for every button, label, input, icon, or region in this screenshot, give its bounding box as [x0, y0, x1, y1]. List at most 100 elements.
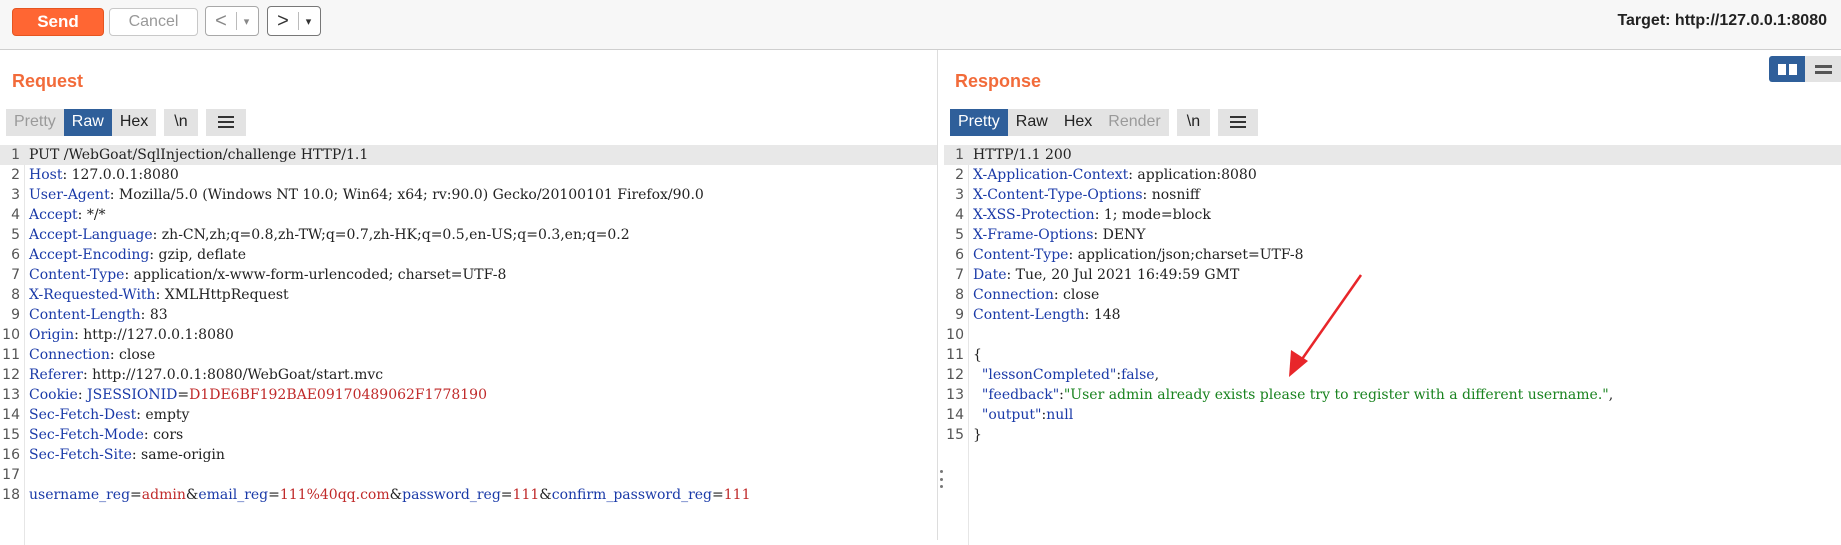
code-line[interactable]: 10 [944, 325, 1841, 345]
code-token: username_reg [29, 487, 131, 503]
target-label[interactable]: Target: http://127.0.0.1:8080 [1617, 12, 1827, 30]
code-token: = [177, 387, 190, 403]
code-line[interactable]: 9 Content-Length: 148 [944, 305, 1841, 325]
send-button[interactable]: Send [12, 8, 104, 36]
chevron-down-icon[interactable]: ▾ [237, 15, 256, 28]
code-token: Host [29, 167, 63, 183]
code-text: X-XSS-Protection: 1; mode=block [973, 205, 1211, 225]
tab-newline-toggle[interactable]: \n [164, 108, 198, 136]
panel-splitter-handle[interactable] [939, 470, 943, 488]
code-token: : */* [77, 207, 106, 223]
line-number: 17 [2, 467, 20, 483]
code-token: : application/x-www-form-urlencoded; cha… [124, 267, 507, 283]
code-line[interactable]: 11 Connection: close [0, 345, 937, 365]
line-number: 7 [955, 267, 964, 283]
layout-stacked-button[interactable] [1805, 56, 1841, 82]
code-token: X-XSS-Protection [973, 207, 1095, 223]
code-line[interactable]: 10 Origin: http://127.0.0.1:8080 [0, 325, 937, 345]
code-token: PUT /WebGoat/SqlInjection/challenge HTTP… [29, 147, 369, 163]
code-line[interactable]: 15} [944, 425, 1841, 445]
code-token: : 1; mode=block [1094, 207, 1211, 223]
code-token: 111 [723, 487, 751, 503]
code-line[interactable]: 11 { [944, 345, 1841, 365]
code-text: X-Application-Context: application:8080 [973, 165, 1257, 185]
code-line[interactable]: 5 Accept-Language: zh-CN,zh;q=0.8,zh-TW;q… [0, 225, 937, 245]
code-line[interactable]: 8 Connection: close [944, 285, 1841, 305]
code-token: "feedback" [981, 387, 1060, 403]
code-text: Content-Type: application/x-www-form-url… [29, 265, 506, 285]
code-line[interactable]: 18 username_reg=admin&email_reg=111%40qq.… [0, 485, 937, 505]
tab-render[interactable]: Render [1100, 108, 1169, 136]
code-token: { [973, 347, 982, 363]
tab-newline-toggle[interactable]: \n [1176, 108, 1211, 136]
line-number: 3 [955, 187, 964, 203]
code-line[interactable]: 5 X-Frame-Options: DENY [944, 225, 1841, 245]
line-number: 6 [955, 247, 964, 263]
code-line[interactable]: 12 "lessonCompleted":false, [944, 365, 1841, 385]
tab-hex[interactable]: Hex [111, 108, 157, 136]
menu-icon [217, 116, 234, 128]
code-text: Accept-Language: zh-CN,zh;q=0.8,zh-TW;q=… [29, 225, 630, 245]
code-line[interactable]: 4 Accept: */* [0, 205, 937, 225]
code-line[interactable]: 17 [0, 465, 937, 485]
code-token: 111%40qq.com [279, 487, 390, 503]
code-line[interactable]: 1 HTTP/1.1 200 [944, 145, 1841, 165]
code-line[interactable]: 3 User-Agent: Mozilla/5.0 (Windows NT 10.… [0, 185, 937, 205]
line-number: 4 [955, 207, 964, 223]
code-line[interactable]: 12 Referer: http://127.0.0.1:8080/WebGoat… [0, 365, 937, 385]
code-line[interactable]: 15 Sec-Fetch-Mode: cors [0, 425, 937, 445]
code-token: admin [141, 487, 186, 503]
tab-pretty[interactable]: Pretty [950, 108, 1008, 136]
code-line[interactable]: 7 Content-Type: application/x-www-form-ur… [0, 265, 937, 285]
tab-raw[interactable]: Raw [1007, 108, 1056, 136]
code-text: Content-Type: application/json;charset=U… [973, 245, 1304, 265]
code-token: Sec-Fetch-Mode [29, 427, 144, 443]
code-line[interactable]: 6 Content-Type: application/json;charset=… [944, 245, 1841, 265]
request-options-button[interactable] [205, 108, 246, 136]
code-token: Sec-Fetch-Dest [29, 407, 137, 423]
history-forward-button[interactable]: > ▾ [267, 6, 321, 36]
response-tabs: Pretty Raw Hex Render \n [950, 108, 1259, 136]
code-line[interactable]: 14 "output":null [944, 405, 1841, 425]
code-line[interactable]: 14 Sec-Fetch-Dest: empty [0, 405, 937, 425]
code-line[interactable]: 9 Content-Length: 83 [0, 305, 937, 325]
code-text: Sec-Fetch-Mode: cors [29, 425, 183, 445]
layout-side-by-side-button[interactable] [1769, 56, 1805, 82]
code-line[interactable]: 4 X-XSS-Protection: 1; mode=block [944, 205, 1841, 225]
code-line[interactable]: 7 Date: Tue, 20 Jul 2021 16:49:59 GMT [944, 265, 1841, 285]
code-token: & [389, 487, 403, 503]
code-token: Content-Type [29, 267, 125, 283]
tab-hex[interactable]: Hex [1055, 108, 1101, 136]
code-token: : 83 [140, 307, 168, 323]
response-editor[interactable]: 1 HTTP/1.1 200 2 X-Application-Context: app… [944, 145, 1841, 545]
code-token: confirm_password_reg [551, 487, 713, 503]
code-line[interactable]: 13 "feedback":"User admin already exists… [944, 385, 1841, 405]
chevron-down-icon[interactable]: ▾ [299, 15, 318, 28]
response-options-button[interactable] [1218, 108, 1259, 136]
code-line[interactable]: 2 X-Application-Context: application:8080 [944, 165, 1841, 185]
code-text: PUT /WebGoat/SqlInjection/challenge HTTP… [29, 145, 368, 165]
code-token: : Tue, 20 Jul 2021 16:49:59 GMT [1006, 267, 1240, 283]
line-number: 6 [11, 247, 20, 263]
tab-pretty[interactable]: Pretty [6, 108, 64, 136]
line-number: 14 [2, 407, 20, 423]
code-text: Accept: */* [29, 205, 106, 225]
cancel-button[interactable]: Cancel [109, 8, 198, 36]
code-line[interactable]: 13 Cookie: JSESSIONID=D1DE6BF192BAE091704… [0, 385, 937, 405]
code-token: , [1154, 367, 1160, 383]
history-back-button[interactable]: < ▾ [205, 6, 259, 36]
tab-raw[interactable]: Raw [63, 108, 112, 136]
code-text: Connection: close [29, 345, 155, 365]
request-editor[interactable]: 1 PUT /WebGoat/SqlInjection/challenge HTT… [0, 145, 937, 545]
code-line[interactable]: 6 Accept-Encoding: gzip, deflate [0, 245, 937, 265]
code-token: : [77, 387, 87, 403]
code-token: Sec-Fetch-Site [29, 447, 132, 463]
code-line[interactable]: 16 Sec-Fetch-Site: same-origin [0, 445, 937, 465]
code-line[interactable]: 3 X-Content-Type-Options: nosniff [944, 185, 1841, 205]
code-token: Content-Length [973, 307, 1085, 323]
code-line[interactable]: 2 Host: 127.0.0.1:8080 [0, 165, 937, 185]
code-line[interactable]: 8 X-Requested-With: XMLHttpRequest [0, 285, 937, 305]
code-token: : close [109, 347, 156, 363]
code-line[interactable]: 1 PUT /WebGoat/SqlInjection/challenge HTT… [0, 145, 937, 165]
code-token: User-Agent [29, 187, 110, 203]
